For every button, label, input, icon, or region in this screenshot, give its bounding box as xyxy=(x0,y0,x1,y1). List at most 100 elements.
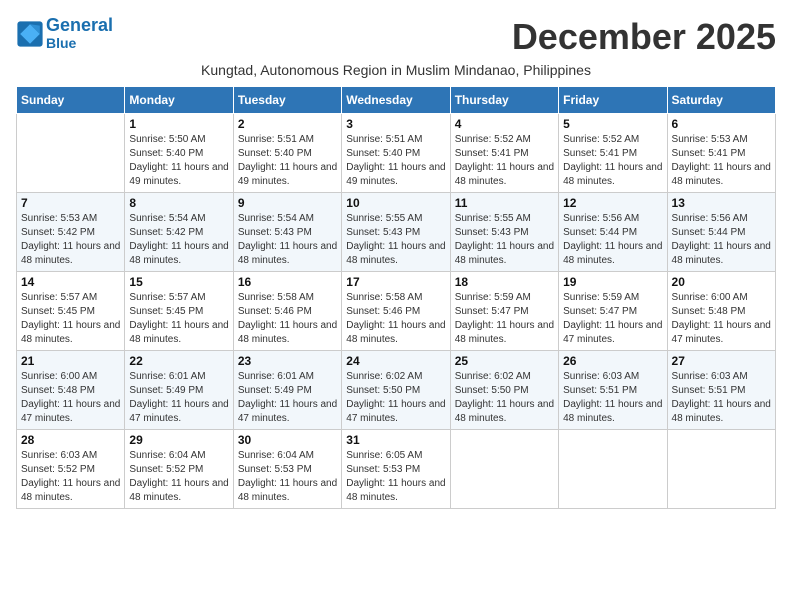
sunset-text: Sunset: 5:49 PM xyxy=(129,384,228,398)
sunrise-text: Sunrise: 6:00 AM xyxy=(21,370,120,384)
day-info: Sunrise: 6:04 AMSunset: 5:53 PMDaylight:… xyxy=(238,449,337,505)
day-info: Sunrise: 5:59 AMSunset: 5:47 PMDaylight:… xyxy=(455,291,554,347)
sunrise-text: Sunrise: 5:53 AM xyxy=(672,133,771,147)
col-wednesday: Wednesday xyxy=(342,87,450,114)
sunset-text: Sunset: 5:47 PM xyxy=(455,305,554,319)
day-number: 11 xyxy=(455,196,554,210)
sunrise-text: Sunrise: 5:51 AM xyxy=(238,133,337,147)
sunset-text: Sunset: 5:43 PM xyxy=(346,226,445,240)
calendar-cell-2-2: 8 Sunrise: 5:54 AMSunset: 5:42 PMDaylight… xyxy=(125,193,233,272)
day-number: 25 xyxy=(455,354,554,368)
daylight-text: Daylight: 11 hours and 48 minutes. xyxy=(563,161,662,189)
daylight-text: Daylight: 11 hours and 48 minutes. xyxy=(21,477,120,505)
day-number: 28 xyxy=(21,433,120,447)
sunset-text: Sunset: 5:46 PM xyxy=(346,305,445,319)
sunrise-text: Sunrise: 5:59 AM xyxy=(455,291,554,305)
day-number: 29 xyxy=(129,433,228,447)
daylight-text: Daylight: 11 hours and 48 minutes. xyxy=(129,319,228,347)
calendar-cell-2-3: 9Sunrise: 5:54 AMSunset: 5:43 PMDaylight… xyxy=(233,193,341,272)
calendar-cell-4-1: 21Sunrise: 6:00 AMSunset: 5:48 PMDayligh… xyxy=(17,351,125,430)
day-number: 14 xyxy=(21,275,120,289)
calendar-week-2: 7Sunrise: 5:53 AMSunset: 5:42 PMDaylight… xyxy=(17,193,776,272)
sunrise-text: Sunrise: 6:04 AM xyxy=(238,449,337,463)
day-info: Sunrise: 6:01 AMSunset: 5:49 PMDaylight:… xyxy=(129,370,228,426)
day-number: 16 xyxy=(238,275,337,289)
sunset-text: Sunset: 5:53 PM xyxy=(346,463,445,477)
sunset-text: Sunset: 5:47 PM xyxy=(563,305,662,319)
day-info: Sunrise: 5:51 AMSunset: 5:40 PMDaylight:… xyxy=(238,133,337,189)
calendar-cell-1-1 xyxy=(17,114,125,193)
calendar-cell-3-4: 17Sunrise: 5:58 AMSunset: 5:46 PMDayligh… xyxy=(342,272,450,351)
calendar-cell-5-4: 31Sunrise: 6:05 AMSunset: 5:53 PMDayligh… xyxy=(342,430,450,509)
sunset-text: Sunset: 5:52 PM xyxy=(129,463,228,477)
calendar-cell-3-2: 15Sunrise: 5:57 AMSunset: 5:45 PMDayligh… xyxy=(125,272,233,351)
calendar-cell-4-7: 27Sunrise: 6:03 AMSunset: 5:51 PMDayligh… xyxy=(667,351,775,430)
calendar-table: Sunday Monday Tuesday Wednesday Thursday… xyxy=(16,86,776,509)
calendar-cell-4-2: 22Sunrise: 6:01 AMSunset: 5:49 PMDayligh… xyxy=(125,351,233,430)
sunrise-text: Sunrise: 5:53 AM xyxy=(21,212,120,226)
sunset-text: Sunset: 5:53 PM xyxy=(238,463,337,477)
sunset-text: Sunset: 5:51 PM xyxy=(672,384,771,398)
sunrise-text: Sunrise: 6:03 AM xyxy=(563,370,662,384)
calendar-week-4: 21Sunrise: 6:00 AMSunset: 5:48 PMDayligh… xyxy=(17,351,776,430)
daylight-text: Daylight: 11 hours and 47 minutes. xyxy=(672,319,771,347)
col-friday: Friday xyxy=(559,87,667,114)
calendar-cell-2-1: 7Sunrise: 5:53 AMSunset: 5:42 PMDaylight… xyxy=(17,193,125,272)
calendar-cell-3-3: 16 Sunrise: 5:58 AMSunset: 5:46 PMDayligh… xyxy=(233,272,341,351)
calendar-cell-2-7: 13 Sunrise: 5:56 AMSunset: 5:44 PMDayligh… xyxy=(667,193,775,272)
day-info: Sunrise: 5:58 AMSunset: 5:46 PMDaylight:… xyxy=(238,291,337,347)
daylight-text: Daylight: 11 hours and 48 minutes. xyxy=(563,398,662,426)
sunrise-text: Sunrise: 5:56 AM xyxy=(672,212,771,226)
sunrise-text: Sunrise: 5:58 AM xyxy=(238,291,337,305)
sunrise-text: Sunrise: 6:00 AM xyxy=(672,291,771,305)
day-info: Sunrise: 5:56 AMSunset: 5:44 PMDaylight:… xyxy=(672,212,771,268)
calendar-cell-4-4: 24Sunrise: 6:02 AMSunset: 5:50 PMDayligh… xyxy=(342,351,450,430)
daylight-text: Daylight: 11 hours and 48 minutes. xyxy=(129,477,228,505)
col-sunday: Sunday xyxy=(17,87,125,114)
sunrise-text: Sunrise: 5:55 AM xyxy=(346,212,445,226)
page-title-section: December 2025 xyxy=(512,16,776,58)
sunset-text: Sunset: 5:49 PM xyxy=(238,384,337,398)
calendar-cell-5-1: 28Sunrise: 6:03 AMSunset: 5:52 PMDayligh… xyxy=(17,430,125,509)
day-number: 23 xyxy=(238,354,337,368)
daylight-text: Daylight: 11 hours and 48 minutes. xyxy=(238,477,337,505)
daylight-text: Daylight: 11 hours and 47 minutes. xyxy=(21,398,120,426)
daylight-text: Daylight: 11 hours and 47 minutes. xyxy=(346,398,445,426)
calendar-week-5: 28Sunrise: 6:03 AMSunset: 5:52 PMDayligh… xyxy=(17,430,776,509)
day-info: Sunrise: 6:03 AMSunset: 5:51 PMDaylight:… xyxy=(672,370,771,426)
sunset-text: Sunset: 5:40 PM xyxy=(346,147,445,161)
sunrise-text: Sunrise: 6:03 AM xyxy=(672,370,771,384)
daylight-text: Daylight: 11 hours and 49 minutes. xyxy=(238,161,337,189)
day-number: 20 xyxy=(672,275,771,289)
day-number: 6 xyxy=(672,117,771,131)
calendar-cell-4-3: 23 Sunrise: 6:01 AMSunset: 5:49 PMDayligh… xyxy=(233,351,341,430)
daylight-text: Daylight: 11 hours and 48 minutes. xyxy=(21,240,120,268)
day-info: Sunrise: 5:54 AMSunset: 5:42 PMDaylight:… xyxy=(129,212,228,268)
sunset-text: Sunset: 5:45 PM xyxy=(129,305,228,319)
sunrise-text: Sunrise: 6:02 AM xyxy=(346,370,445,384)
page-title: December 2025 xyxy=(512,16,776,58)
sunset-text: Sunset: 5:43 PM xyxy=(455,226,554,240)
sunrise-text: Sunrise: 5:52 AM xyxy=(563,133,662,147)
daylight-text: Daylight: 11 hours and 48 minutes. xyxy=(238,319,337,347)
sunrise-text: Sunrise: 6:01 AM xyxy=(238,370,337,384)
daylight-text: Daylight: 11 hours and 49 minutes. xyxy=(129,161,228,189)
sunrise-text: Sunrise: 5:52 AM xyxy=(455,133,554,147)
day-number: 26 xyxy=(563,354,662,368)
calendar-cell-3-5: 18Sunrise: 5:59 AMSunset: 5:47 PMDayligh… xyxy=(450,272,558,351)
day-number: 8 xyxy=(129,196,228,210)
day-info: Sunrise: 5:56 AMSunset: 5:44 PMDaylight:… xyxy=(563,212,662,268)
day-info: Sunrise: 5:59 AMSunset: 5:47 PMDaylight:… xyxy=(563,291,662,347)
daylight-text: Daylight: 11 hours and 47 minutes. xyxy=(129,398,228,426)
day-info: Sunrise: 6:01 AMSunset: 5:49 PMDaylight:… xyxy=(238,370,337,426)
day-number: 19 xyxy=(563,275,662,289)
calendar-cell-5-5 xyxy=(450,430,558,509)
sunrise-text: Sunrise: 5:56 AM xyxy=(563,212,662,226)
page-wrapper: General Blue December 2025 Kungtad, Auto… xyxy=(16,16,776,509)
day-number: 13 xyxy=(672,196,771,210)
daylight-text: Daylight: 11 hours and 48 minutes. xyxy=(129,240,228,268)
day-info: Sunrise: 6:02 AMSunset: 5:50 PMDaylight:… xyxy=(346,370,445,426)
page-subtitle: Kungtad, Autonomous Region in Muslim Min… xyxy=(16,62,776,78)
daylight-text: Daylight: 11 hours and 48 minutes. xyxy=(672,398,771,426)
calendar-cell-5-2: 29Sunrise: 6:04 AMSunset: 5:52 PMDayligh… xyxy=(125,430,233,509)
